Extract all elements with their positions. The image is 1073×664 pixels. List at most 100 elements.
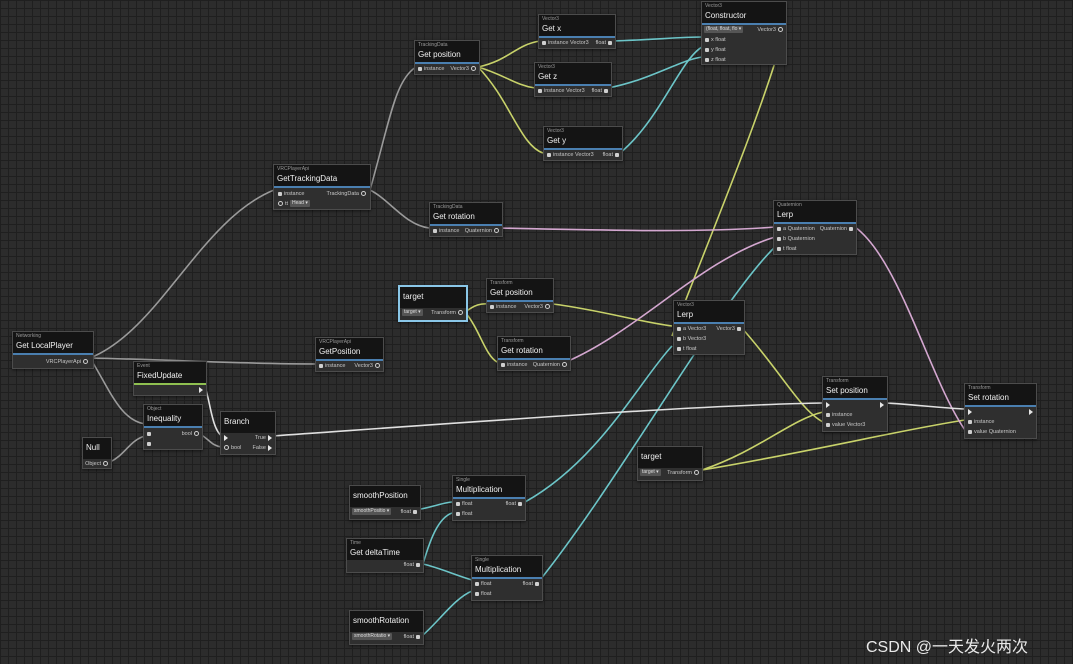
node-get-delta-time[interactable]: Time Get deltaTime float: [346, 538, 424, 573]
input-port[interactable]: instance Vector3: [536, 87, 585, 95]
output-port[interactable]: Quaternion: [820, 225, 855, 233]
output-port[interactable]: float: [404, 561, 422, 569]
node-get-position-transform[interactable]: Transform Get position instance Vector3: [486, 278, 554, 313]
node-get-rotation-tracking[interactable]: TrackingData Get rotation instance Quate…: [429, 202, 503, 237]
output-port[interactable]: Transform: [667, 469, 701, 477]
node-branch[interactable]: Branch bool True False: [220, 411, 276, 455]
output-port[interactable]: VRCPlayerApi: [46, 358, 90, 366]
input-port[interactable]: instance: [416, 65, 445, 73]
node-fixed-update-event[interactable]: Event FixedUpdate: [133, 361, 207, 396]
input-port-b[interactable]: float: [473, 590, 491, 598]
output-port[interactable]: bool: [182, 430, 201, 438]
node-set-rotation[interactable]: Transform Set rotation instance value Qu…: [964, 383, 1037, 439]
output-port[interactable]: float: [506, 500, 524, 508]
input-port-b[interactable]: b Quaternion: [775, 235, 815, 243]
input-port[interactable]: instance Vector3: [545, 151, 594, 159]
flow-output-port[interactable]: [197, 386, 205, 394]
input-port-tt[interactable]: tt: [276, 200, 288, 208]
input-port[interactable]: instance: [499, 361, 528, 369]
input-port-value[interactable]: value Quaternion: [966, 428, 1016, 436]
variable-dropdown[interactable]: target ▾: [402, 309, 423, 316]
input-port-value[interactable]: value Vector3: [824, 421, 865, 429]
flow-output-port[interactable]: [1027, 408, 1035, 416]
node-get-localplayer[interactable]: Networking Get LocalPlayer VRCPlayerApi: [12, 331, 94, 369]
input-port-b[interactable]: b Vector3: [675, 335, 706, 343]
flow-output-port[interactable]: [878, 401, 886, 409]
flow-input-port[interactable]: [222, 434, 230, 442]
port-icon: [518, 501, 522, 506]
tracking-type-dropdown[interactable]: Head ▾: [290, 200, 310, 207]
node-get-position-player[interactable]: VRCPlayerApi GetPosition instance Vector…: [315, 337, 384, 372]
output-port[interactable]: Vector3: [450, 65, 478, 73]
variable-dropdown[interactable]: smoothRotatio ▾: [352, 633, 393, 640]
output-port[interactable]: Vector3: [716, 325, 743, 333]
variable-dropdown[interactable]: smoothPositio ▾: [352, 508, 392, 515]
input-port[interactable]: instance: [431, 227, 460, 235]
input-port-a[interactable]: a Quaternion: [775, 225, 815, 233]
output-port[interactable]: TrackingData: [326, 190, 368, 198]
overload-dropdown[interactable]: (float, float, flo ▾: [704, 26, 744, 33]
node-get-tracking-data[interactable]: VRCPlayerApi GetTrackingData instance tt…: [273, 164, 371, 210]
node-quaternion-lerp[interactable]: Quaternion Lerp a Quaternion b Quaternio…: [773, 200, 857, 255]
true-output-port[interactable]: True: [255, 434, 274, 442]
node-smooth-rotation-variable[interactable]: smoothRotation smoothRotatio ▾ float: [349, 610, 424, 645]
output-port[interactable]: Quaternion: [465, 227, 501, 235]
false-output-port[interactable]: False: [253, 444, 274, 452]
output-port[interactable]: Transform: [431, 309, 465, 317]
input-port-y[interactable]: y float: [703, 46, 726, 54]
wire-null-inequality: [109, 435, 146, 463]
output-port[interactable]: Object: [85, 460, 110, 468]
input-port-instance[interactable]: instance: [824, 411, 853, 419]
node-title: Get rotation: [433, 212, 475, 221]
output-port[interactable]: float: [592, 87, 610, 95]
condition-input-port[interactable]: bool: [222, 444, 241, 452]
node-multiplication[interactable]: Single Multiplication float float float: [471, 555, 543, 601]
output-port[interactable]: float: [596, 39, 614, 47]
flow-input-port[interactable]: [824, 401, 832, 409]
node-vector3-constructor[interactable]: Vector3 Constructor (float, float, flo ▾…: [701, 1, 787, 65]
input-port-x[interactable]: x float: [703, 36, 726, 44]
input-port[interactable]: instance: [488, 303, 517, 311]
node-vector3-lerp[interactable]: Vector3 Lerp a Vector3 b Vector3 t float…: [673, 300, 745, 355]
input-port-a[interactable]: [145, 430, 153, 438]
output-port[interactable]: float: [523, 580, 541, 588]
port-icon: [475, 581, 479, 586]
wire-trackingrot-quatlerp: [496, 226, 776, 232]
flow-input-port[interactable]: [966, 408, 974, 416]
output-port[interactable]: float: [404, 633, 422, 641]
input-port-t[interactable]: t float: [675, 345, 696, 353]
input-port-b[interactable]: float: [454, 510, 472, 518]
output-port[interactable]: float: [401, 508, 419, 516]
input-port-a[interactable]: a Vector3: [675, 325, 706, 333]
node-target-variable[interactable]: target target ▾ Transform: [398, 285, 468, 322]
input-port-instance[interactable]: instance: [276, 190, 305, 198]
node-target-variable[interactable]: target target ▾ Transform: [637, 446, 703, 481]
input-port[interactable]: instance: [317, 362, 346, 370]
node-object-inequality[interactable]: Object Inequality bool: [143, 404, 203, 450]
output-port[interactable]: float: [603, 151, 621, 159]
output-port[interactable]: Quaternion: [533, 361, 569, 369]
node-get-x[interactable]: Vector3 Get x instance Vector3 float: [538, 14, 616, 49]
variable-dropdown[interactable]: target ▾: [640, 469, 661, 476]
output-port[interactable]: Vector3: [757, 26, 785, 34]
node-multiplication[interactable]: Single Multiplication float float float: [452, 475, 526, 521]
node-get-position-tracking[interactable]: TrackingData Get position instance Vecto…: [414, 40, 480, 75]
node-get-y[interactable]: Vector3 Get y instance Vector3 float: [543, 126, 623, 161]
port-type-label: Quaternion: [787, 226, 815, 232]
node-set-position[interactable]: Transform Set position instance value Ve…: [822, 376, 888, 432]
port-icon: [849, 226, 853, 231]
node-get-rotation-transform[interactable]: Transform Get rotation instance Quaterni…: [497, 336, 571, 371]
input-port-z[interactable]: z float: [703, 56, 726, 64]
input-port-t[interactable]: t float: [775, 245, 796, 253]
node-smooth-position-variable[interactable]: smoothPosition smoothPositio ▾ float: [349, 485, 421, 520]
node-null[interactable]: Null Object: [82, 437, 112, 469]
output-port[interactable]: Vector3: [524, 303, 552, 311]
input-port-a[interactable]: float: [473, 580, 491, 588]
input-port-b[interactable]: [145, 440, 153, 448]
input-port-a[interactable]: float: [454, 500, 472, 508]
input-port-instance[interactable]: instance: [966, 418, 995, 426]
input-port[interactable]: instance Vector3: [540, 39, 589, 47]
output-port[interactable]: Vector3: [354, 362, 382, 370]
node-header: VRCPlayerApi GetTrackingData: [274, 165, 370, 188]
node-get-z[interactable]: Vector3 Get z instance Vector3 float: [534, 62, 612, 97]
